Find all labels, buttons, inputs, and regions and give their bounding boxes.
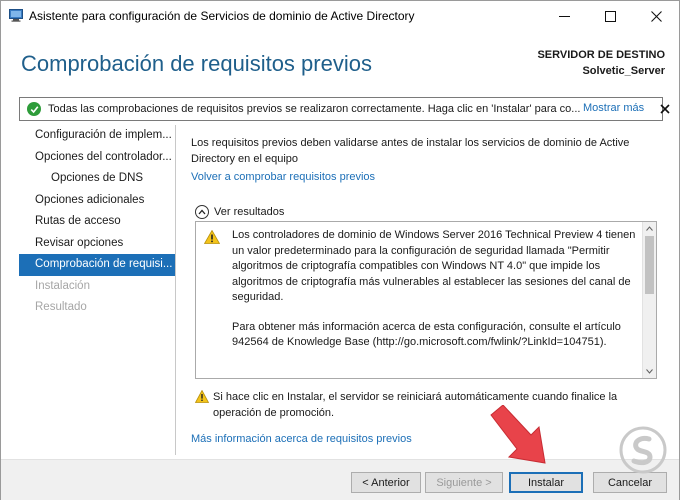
more-info-link[interactable]: Más información acerca de requisitos pre… <box>191 433 412 445</box>
next-button: Siguiente > <box>425 472 503 493</box>
nav-divider <box>175 125 176 455</box>
scroll-up-icon[interactable] <box>646 226 653 231</box>
nav-item-result: Resultado <box>35 301 87 313</box>
maximize-button[interactable] <box>587 1 633 31</box>
show-more-link[interactable]: Mostrar más <box>583 102 644 114</box>
results-text: Los controladores de dominio de Windows … <box>232 228 636 351</box>
results-paragraph-2: Para obtener más información acerca de e… <box>232 320 621 349</box>
view-results-label: Ver resultados <box>214 206 285 218</box>
status-banner: Todas las comprobaciones de requisitos p… <box>19 97 670 121</box>
intro-text: Los requisitos previos deben validarse a… <box>191 137 630 165</box>
scrollbar-thumb[interactable] <box>645 236 654 294</box>
close-icon[interactable] <box>660 102 670 116</box>
recheck-prerequisites-link[interactable]: Volver a comprobar requisitos previos <box>191 171 375 183</box>
footer-bar: < Anterior Siguiente > Instalar Cancelar <box>1 460 679 500</box>
title-bar[interactable]: Asistente para configuración de Servicio… <box>1 1 679 31</box>
scroll-down-icon[interactable] <box>646 369 653 374</box>
nav-item-prerequisites-check[interactable]: Comprobación de requisi... <box>19 254 175 276</box>
close-window-button[interactable] <box>633 1 679 31</box>
previous-button[interactable]: < Anterior <box>351 472 421 493</box>
banner-message: Todas las comprobaciones de requisitos p… <box>48 103 581 115</box>
wizard-nav: Configuración de implem... Opciones del … <box>19 125 175 319</box>
results-textbox[interactable]: Los controladores de dominio de Windows … <box>195 221 657 379</box>
wizard-window: Asistente para configuración de Servicio… <box>0 0 680 500</box>
view-results-toggle[interactable]: Ver resultados <box>195 205 284 219</box>
window-title: Asistente para configuración de Servicio… <box>29 9 415 23</box>
results-scrollbar[interactable] <box>642 222 656 378</box>
results-paragraph-1: Los controladores de dominio de Windows … <box>232 229 636 303</box>
page-title: Comprobación de requisitos previos <box>21 51 372 76</box>
nav-item-dc-options[interactable]: Opciones del controlador... <box>19 147 175 169</box>
nav-item-deployment-config[interactable]: Configuración de implem... <box>19 125 175 147</box>
maximize-icon <box>604 10 616 22</box>
minimize-icon <box>558 15 570 17</box>
nav-item-dns-options[interactable]: Opciones de DNS <box>19 168 175 190</box>
minimize-button[interactable] <box>541 1 587 31</box>
restart-warning: Si hace clic en Instalar, el servidor se… <box>195 389 655 421</box>
restart-warning-text: Si hace clic en Instalar, el servidor se… <box>213 391 618 419</box>
install-button[interactable]: Instalar <box>509 472 583 493</box>
chevron-up-icon <box>195 205 209 219</box>
nav-item-paths[interactable]: Rutas de acceso <box>19 211 175 233</box>
nav-item-additional-options[interactable]: Opciones adicionales <box>19 190 175 212</box>
nav-item-review-options[interactable]: Revisar opciones <box>19 233 175 255</box>
destination-server-label: SERVIDOR DE DESTINO <box>537 49 665 61</box>
close-icon <box>650 10 662 22</box>
logo-watermark-icon <box>619 426 667 474</box>
server-manager-icon <box>9 9 23 22</box>
warning-icon <box>204 230 220 244</box>
check-circle-icon <box>27 102 41 116</box>
destination-server-name: Solvetic_Server <box>582 65 665 77</box>
nav-item-installation: Instalación <box>35 279 90 292</box>
warning-icon <box>195 390 209 403</box>
